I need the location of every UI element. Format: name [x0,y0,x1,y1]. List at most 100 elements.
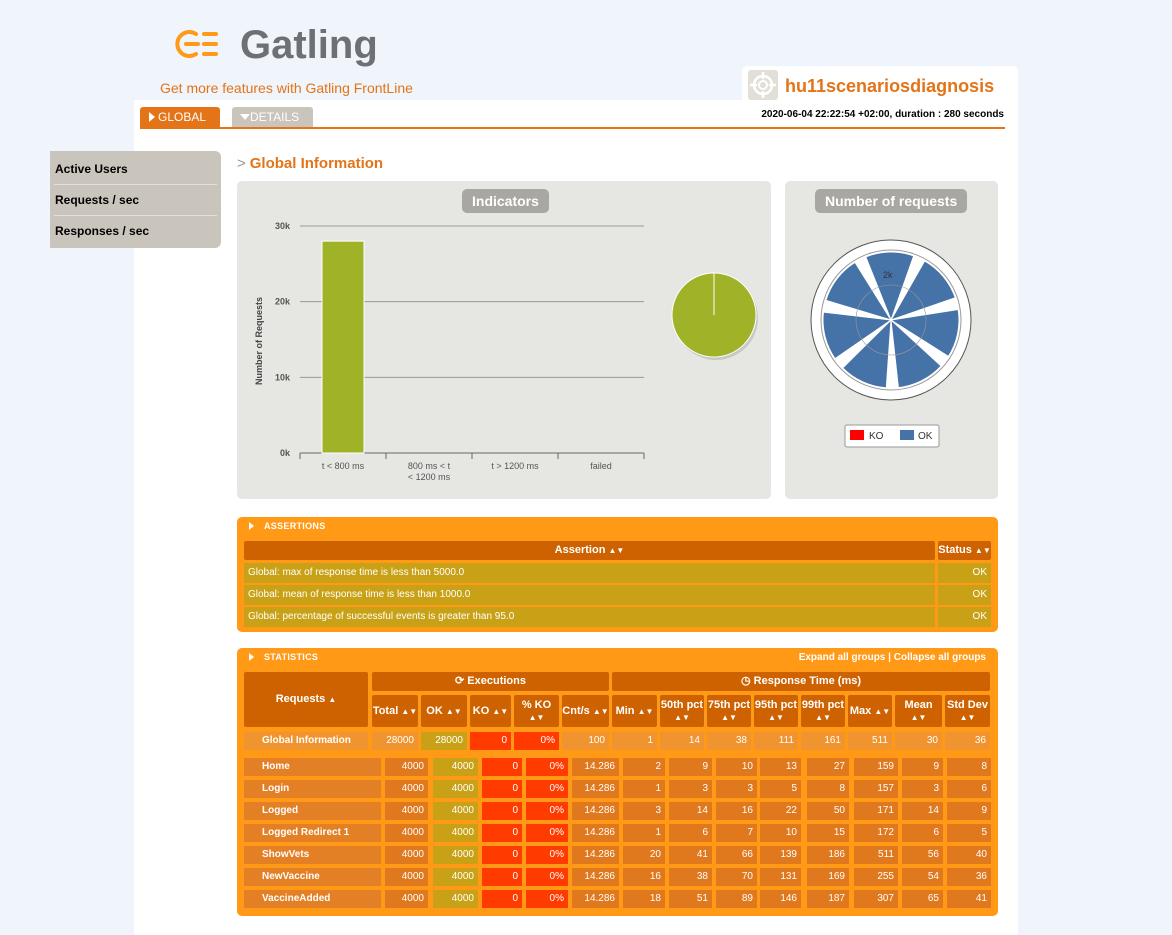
collapse-all-link[interactable]: Collapse all groups [894,652,986,663]
assertion-row: Global: max of response time is less tha… [244,563,991,583]
x-tick-label: < 1200 ms [408,472,451,482]
y-tick-label: 0k [280,448,291,458]
stat-cell: 4000 [385,758,428,776]
stat-cell: 0% [514,732,559,750]
col-95th-pct[interactable]: 95th pct ▲▼ [754,695,798,727]
stat-cell: 100 [562,732,609,750]
polar-tick-label: 2k [883,270,893,280]
stat-cell: 89 [716,890,757,908]
stat-cell: 0% [526,846,568,864]
stat-cell: 4000 [385,846,428,864]
tab-divider [140,127,1005,129]
stat-cell: 4000 [385,868,428,886]
request-name[interactable]: Logged [244,802,381,820]
stat-cell: 0 [470,732,511,750]
tab-details[interactable]: DETAILS [232,107,313,127]
stat-cell: 0% [526,802,568,820]
stat-cell: 0% [526,890,568,908]
sidebar-menu: Active Users Requests / sec Responses / … [50,151,221,248]
y-tick-label: 10k [275,372,291,382]
col-total[interactable]: Total ▲▼ [372,695,418,727]
legend-label-ko: KO [869,431,884,442]
request-name[interactable]: VaccineAdded [244,890,381,908]
stat-cell: 41 [947,890,991,908]
col-requests[interactable]: Requests ▲ [244,672,368,727]
stat-cell: 1 [623,824,665,842]
col-status[interactable]: Status ▲▼ [938,541,991,560]
stat-cell: 161 [801,732,845,750]
col-ok[interactable]: OK ▲▼ [421,695,467,727]
col-max[interactable]: Max ▲▼ [848,695,892,727]
tab-global[interactable]: GLOBAL [140,107,220,127]
stat-cell: 14 [660,732,704,750]
stat-cell: 38 [669,868,712,886]
col-99th-pct[interactable]: 99th pct ▲▼ [801,695,845,727]
stat-cell: 307 [854,890,898,908]
frontline-link[interactable]: Get more features with Gatling FrontLine [160,80,413,96]
y-axis-label: Number of Requests [254,297,264,385]
stat-cell: 187 [807,890,849,908]
stat-cell: 4000 [385,780,428,798]
stat-cell: 14.286 [572,824,619,842]
col-ko[interactable]: KO ▲▼ [470,695,511,727]
stat-cell: 0 [482,758,522,776]
run-info: 2020-06-04 22:22:54 +02:00, duration : 2… [761,109,1004,120]
stat-cell: 4000 [433,890,478,908]
request-name[interactable]: Global Information [244,732,368,750]
request-name[interactable]: Logged Redirect 1 [244,824,381,842]
x-tick-label: t > 1200 ms [491,461,539,471]
stat-cell: 2 [623,758,665,776]
stat-cell: 14.286 [572,780,619,798]
stat-cell: 27 [807,758,849,776]
stat-cell: 3 [902,780,943,798]
arrow-right-icon [249,653,254,661]
stat-cell: 0% [526,824,568,842]
stat-cell: 186 [807,846,849,864]
col-assertion[interactable]: Assertion ▲▼ [244,541,935,560]
arrow-right-icon [249,522,254,530]
request-name[interactable]: ShowVets [244,846,381,864]
stat-cell: 20 [623,846,665,864]
col-75th-pct[interactable]: 75th pct ▲▼ [707,695,751,727]
stat-cell: 0 [482,868,522,886]
stat-cell: 146 [760,890,801,908]
number-of-requests-panel: Number of requests 2k KO OK [785,181,998,499]
stat-cell: 0 [482,846,522,864]
stat-cell: 5 [947,824,991,842]
legend-label-ok: OK [918,431,933,442]
bar [321,240,365,454]
col--ko[interactable]: % KO ▲▼ [514,695,559,727]
col-mean[interactable]: Mean ▲▼ [895,695,942,727]
stat-cell: 28000 [372,732,418,750]
stat-cell: 16 [623,868,665,886]
stat-cell: 36 [947,868,991,886]
stat-cell: 14.286 [572,890,619,908]
stat-cell: 3 [669,780,712,798]
stat-cell: 28000 [421,732,467,750]
request-name[interactable]: Home [244,758,381,776]
stat-cell: 4000 [385,890,428,908]
assertions-header[interactable]: ASSERTIONS [249,521,326,531]
col-50th-pct[interactable]: 50th pct ▲▼ [660,695,704,727]
clock-icon: ◷ [740,675,751,687]
stat-cell: 14 [902,802,943,820]
logo-text: Gatling [240,23,378,67]
stat-cell: 4000 [385,824,428,842]
menu-item-requests-sec[interactable]: Requests / sec [54,185,217,216]
col-min[interactable]: Min ▲▼ [612,695,657,727]
simulation-header: hu11scenariosdiagnosis [742,66,1018,104]
request-name[interactable]: Login [244,780,381,798]
request-name[interactable]: NewVaccine [244,868,381,886]
stat-cell: 0% [526,758,568,776]
col-cnt-s[interactable]: Cnt/s ▲▼ [562,695,609,727]
statistics-header[interactable]: STATISTICS [249,652,318,662]
expand-all-link[interactable]: Expand all groups [799,652,886,663]
arrow-down-icon [240,114,250,120]
gatling-logo[interactable]: Gatling [168,20,408,68]
menu-item-active-users[interactable]: Active Users [54,154,217,185]
stat-cell: 4000 [433,780,478,798]
stat-cell: 18 [623,890,665,908]
col-std-dev[interactable]: Std Dev ▲▼ [945,695,990,727]
menu-item-responses-sec[interactable]: Responses / sec [54,216,217,247]
stat-cell: 4000 [433,868,478,886]
